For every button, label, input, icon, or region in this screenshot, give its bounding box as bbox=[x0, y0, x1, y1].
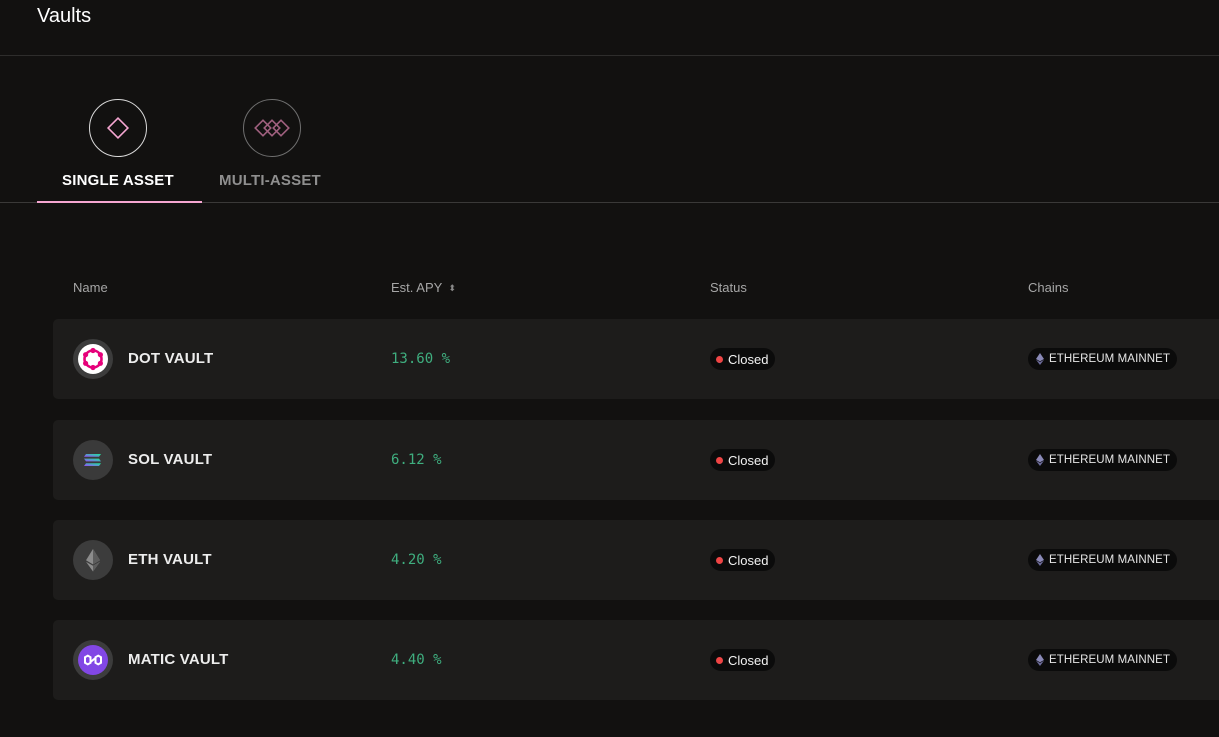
tab-multi-asset-label: MULTI-ASSET bbox=[219, 172, 321, 189]
vault-apy: 4.40 % bbox=[391, 652, 442, 668]
table-header: Name Est. APY ⬍ Status Chains bbox=[53, 280, 1219, 298]
vault-type-tabs: SINGLE ASSET MULTI-ASSET bbox=[0, 56, 1219, 203]
chain-badge: ETHEREUM MAINNET bbox=[1028, 348, 1178, 370]
status-label: Closed bbox=[728, 552, 769, 568]
vault-row-eth[interactable]: ETH VAULT 4.20 % Closed ETHEREUM MAINNET bbox=[53, 520, 1219, 600]
status-badge: Closed bbox=[710, 649, 776, 671]
status-label: Closed bbox=[728, 652, 769, 668]
chain-badge: ETHEREUM MAINNET bbox=[1028, 449, 1178, 471]
sort-icon[interactable]: ⬍ bbox=[448, 283, 456, 293]
ethereum-chain-icon bbox=[1036, 654, 1044, 666]
status-badge: Closed bbox=[710, 348, 776, 370]
vault-row-dot[interactable]: DOT VAULT 13.60 % Closed ETHEREUM MAINNE… bbox=[53, 319, 1219, 399]
column-header-status: Status bbox=[710, 280, 747, 295]
page-title: Vaults bbox=[37, 5, 92, 27]
chain-label: ETHEREUM MAINNET bbox=[1049, 454, 1171, 466]
diamond-icon bbox=[89, 99, 147, 157]
chain-badge: ETHEREUM MAINNET bbox=[1028, 549, 1178, 571]
status-badge: Closed bbox=[710, 449, 776, 471]
column-header-apy-label: Est. APY bbox=[391, 280, 443, 295]
vault-row-sol[interactable]: SOL VAULT 6.12 % Closed ETHEREUM MAINNET bbox=[53, 420, 1219, 500]
chain-label: ETHEREUM MAINNET bbox=[1049, 554, 1171, 566]
vault-name: DOT VAULT bbox=[128, 350, 214, 367]
vault-row-matic[interactable]: MATIC VAULT 4.40 % Closed ETHEREUM MAINN… bbox=[53, 620, 1219, 700]
status-dot-icon bbox=[716, 556, 723, 564]
polkadot-icon bbox=[73, 339, 113, 379]
chain-badge: ETHEREUM MAINNET bbox=[1028, 649, 1178, 671]
status-dot-icon bbox=[716, 656, 723, 664]
chain-label: ETHEREUM MAINNET bbox=[1049, 353, 1171, 365]
status-dot-icon bbox=[716, 456, 723, 464]
vault-name: ETH VAULT bbox=[128, 551, 212, 568]
tab-single-asset[interactable]: SINGLE ASSET bbox=[37, 56, 202, 203]
status-label: Closed bbox=[728, 351, 769, 367]
vault-name: MATIC VAULT bbox=[128, 651, 229, 668]
ethereum-chain-icon bbox=[1036, 554, 1044, 566]
column-header-chains: Chains bbox=[1028, 280, 1069, 295]
status-dot-icon bbox=[716, 355, 723, 363]
vault-name: SOL VAULT bbox=[128, 451, 213, 468]
column-header-name: Name bbox=[73, 280, 108, 295]
top-bar: Vaults bbox=[0, 0, 1219, 56]
vault-apy: 6.12 % bbox=[391, 452, 442, 468]
multi-diamond-icon bbox=[243, 99, 301, 157]
vault-apy: 4.20 % bbox=[391, 552, 442, 568]
column-header-apy[interactable]: Est. APY ⬍ bbox=[391, 280, 456, 295]
status-label: Closed bbox=[728, 452, 769, 468]
ethereum-chain-icon bbox=[1036, 454, 1044, 466]
vault-apy: 13.60 % bbox=[391, 351, 451, 367]
active-tab-indicator bbox=[37, 201, 202, 203]
solana-icon bbox=[73, 440, 113, 480]
ethereum-chain-icon bbox=[1036, 353, 1044, 365]
chain-label: ETHEREUM MAINNET bbox=[1049, 654, 1171, 666]
polygon-icon bbox=[73, 640, 113, 680]
ethereum-icon bbox=[73, 540, 113, 580]
tab-single-asset-label: SINGLE ASSET bbox=[62, 172, 174, 189]
status-badge: Closed bbox=[710, 549, 776, 571]
tab-multi-asset[interactable]: MULTI-ASSET bbox=[202, 56, 344, 202]
